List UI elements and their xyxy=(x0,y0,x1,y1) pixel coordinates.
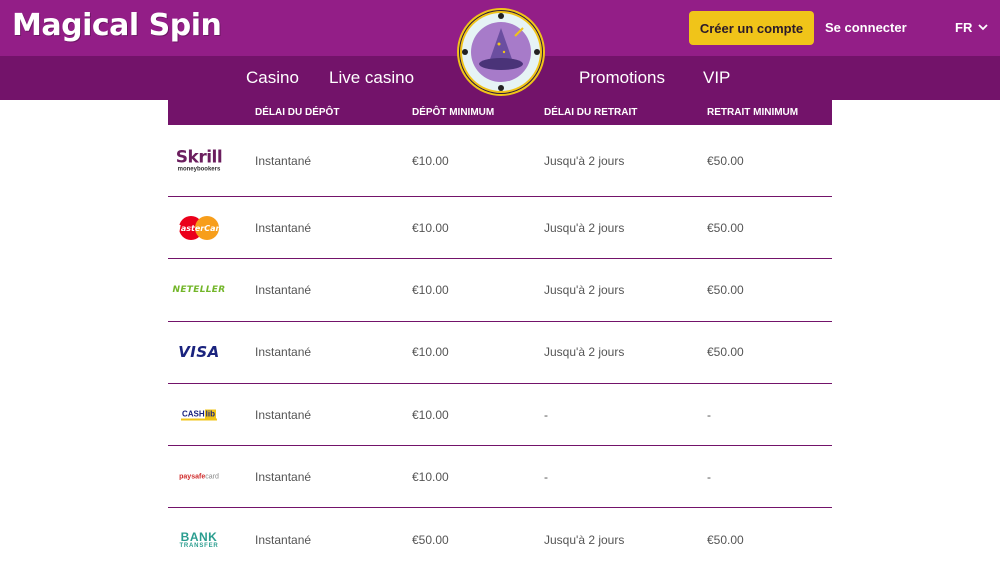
deposit-time: Instantané xyxy=(255,220,312,235)
paysafecard-logo: paysafecard xyxy=(168,473,230,480)
withdraw-time: Jusqu'à 2 jours xyxy=(544,532,625,547)
neteller-logo: NETELLER xyxy=(168,285,230,295)
cashlib-logo: CASHlib xyxy=(168,409,230,421)
neteller-logo-text: NETELLER xyxy=(172,284,226,295)
cashlib-logo-subtext: lib xyxy=(204,409,216,419)
mastercard-logo: MasterCard xyxy=(168,215,230,241)
table-row: BANK TRANSFER Instantané €50.00 Jusqu'à … xyxy=(168,508,832,570)
cashlib-logo-text: CASH xyxy=(181,409,205,419)
nav-promotions[interactable]: Promotions xyxy=(579,68,665,88)
deposit-min: €10.00 xyxy=(412,345,449,360)
withdraw-min: €50.00 xyxy=(707,282,744,297)
deposit-min: €10.00 xyxy=(412,407,449,422)
bank-transfer-logo-subtext: TRANSFER xyxy=(179,542,219,549)
withdraw-time: Jusqu'à 2 jours xyxy=(544,220,625,235)
column-header-withdraw-time: Délai du retrait xyxy=(544,107,638,118)
visa-logo: VISA xyxy=(168,343,230,361)
nav-live-casino[interactable]: Live casino xyxy=(329,68,414,88)
deposit-min: €10.00 xyxy=(412,220,449,235)
deposit-min: €10.00 xyxy=(412,153,449,168)
skrill-logo-subtext: moneybookers xyxy=(177,166,221,172)
brand-logo[interactable]: Magical Spin xyxy=(12,8,222,43)
deposit-time: Instantané xyxy=(255,532,312,547)
skrill-logo: Skrill moneybookers xyxy=(168,147,230,173)
deposit-time: Instantané xyxy=(255,407,312,422)
payment-methods-table: Délai du dépôt Dépôt minimum Délai du re… xyxy=(168,100,832,571)
nav-casino[interactable]: Casino xyxy=(246,68,299,88)
column-header-withdraw-min: Retrait minimum xyxy=(707,107,799,118)
withdraw-min: €50.00 xyxy=(707,532,744,547)
withdraw-time: Jusqu'à 2 jours xyxy=(544,345,625,360)
bank-transfer-logo-text: BANK xyxy=(180,529,218,544)
withdraw-min: €50.00 xyxy=(707,345,744,360)
column-header-deposit-min: Dépôt minimum xyxy=(412,107,495,118)
chevron-down-icon xyxy=(978,24,988,31)
signup-button[interactable]: Créer un compte xyxy=(689,11,814,45)
withdraw-time: - xyxy=(544,407,548,422)
bank-transfer-logo: BANK TRANSFER xyxy=(168,531,230,549)
paysafecard-logo-subtext: card xyxy=(205,473,219,481)
deposit-min: €10.00 xyxy=(412,469,449,484)
paysafecard-logo-text: paysafe xyxy=(179,473,206,481)
withdraw-time: Jusqu'à 2 jours xyxy=(544,153,625,168)
table-row: Skrill moneybookers Instantané €10.00 Ju… xyxy=(168,125,832,197)
table-row: paysafecard Instantané €10.00 - - xyxy=(168,446,832,509)
mastercard-logo-text: MasterCard xyxy=(175,224,223,233)
nav-vip[interactable]: VIP xyxy=(703,68,730,88)
deposit-time: Instantané xyxy=(255,282,312,297)
deposit-time: Instantané xyxy=(255,153,312,168)
login-link[interactable]: Se connecter xyxy=(825,20,907,35)
withdraw-time: - xyxy=(544,469,548,484)
column-header-deposit-time: Délai du dépôt xyxy=(255,107,340,118)
wizard-hat-icon[interactable] xyxy=(459,10,543,94)
skrill-logo-text: Skrill xyxy=(175,147,223,167)
deposit-time: Instantané xyxy=(255,469,312,484)
table-row: CASHlib Instantané €10.00 - - xyxy=(168,384,832,447)
table-row: MasterCard Instantané €10.00 Jusqu'à 2 j… xyxy=(168,197,832,260)
table-header: Délai du dépôt Dépôt minimum Délai du re… xyxy=(168,100,832,125)
withdraw-min: €50.00 xyxy=(707,153,744,168)
language-label: FR xyxy=(955,20,973,35)
withdraw-time: Jusqu'à 2 jours xyxy=(544,282,625,297)
language-selector[interactable]: FR xyxy=(955,20,988,35)
deposit-time: Instantané xyxy=(255,345,312,360)
table-row: VISA Instantané €10.00 Jusqu'à 2 jours €… xyxy=(168,322,832,384)
deposit-min: €10.00 xyxy=(412,282,449,297)
withdraw-min: €50.00 xyxy=(707,220,744,235)
withdraw-min: - xyxy=(707,407,711,422)
table-row: NETELLER Instantané €10.00 Jusqu'à 2 jou… xyxy=(168,259,832,322)
deposit-min: €50.00 xyxy=(412,532,449,547)
visa-logo-text: VISA xyxy=(178,343,220,362)
withdraw-min: - xyxy=(707,469,711,484)
